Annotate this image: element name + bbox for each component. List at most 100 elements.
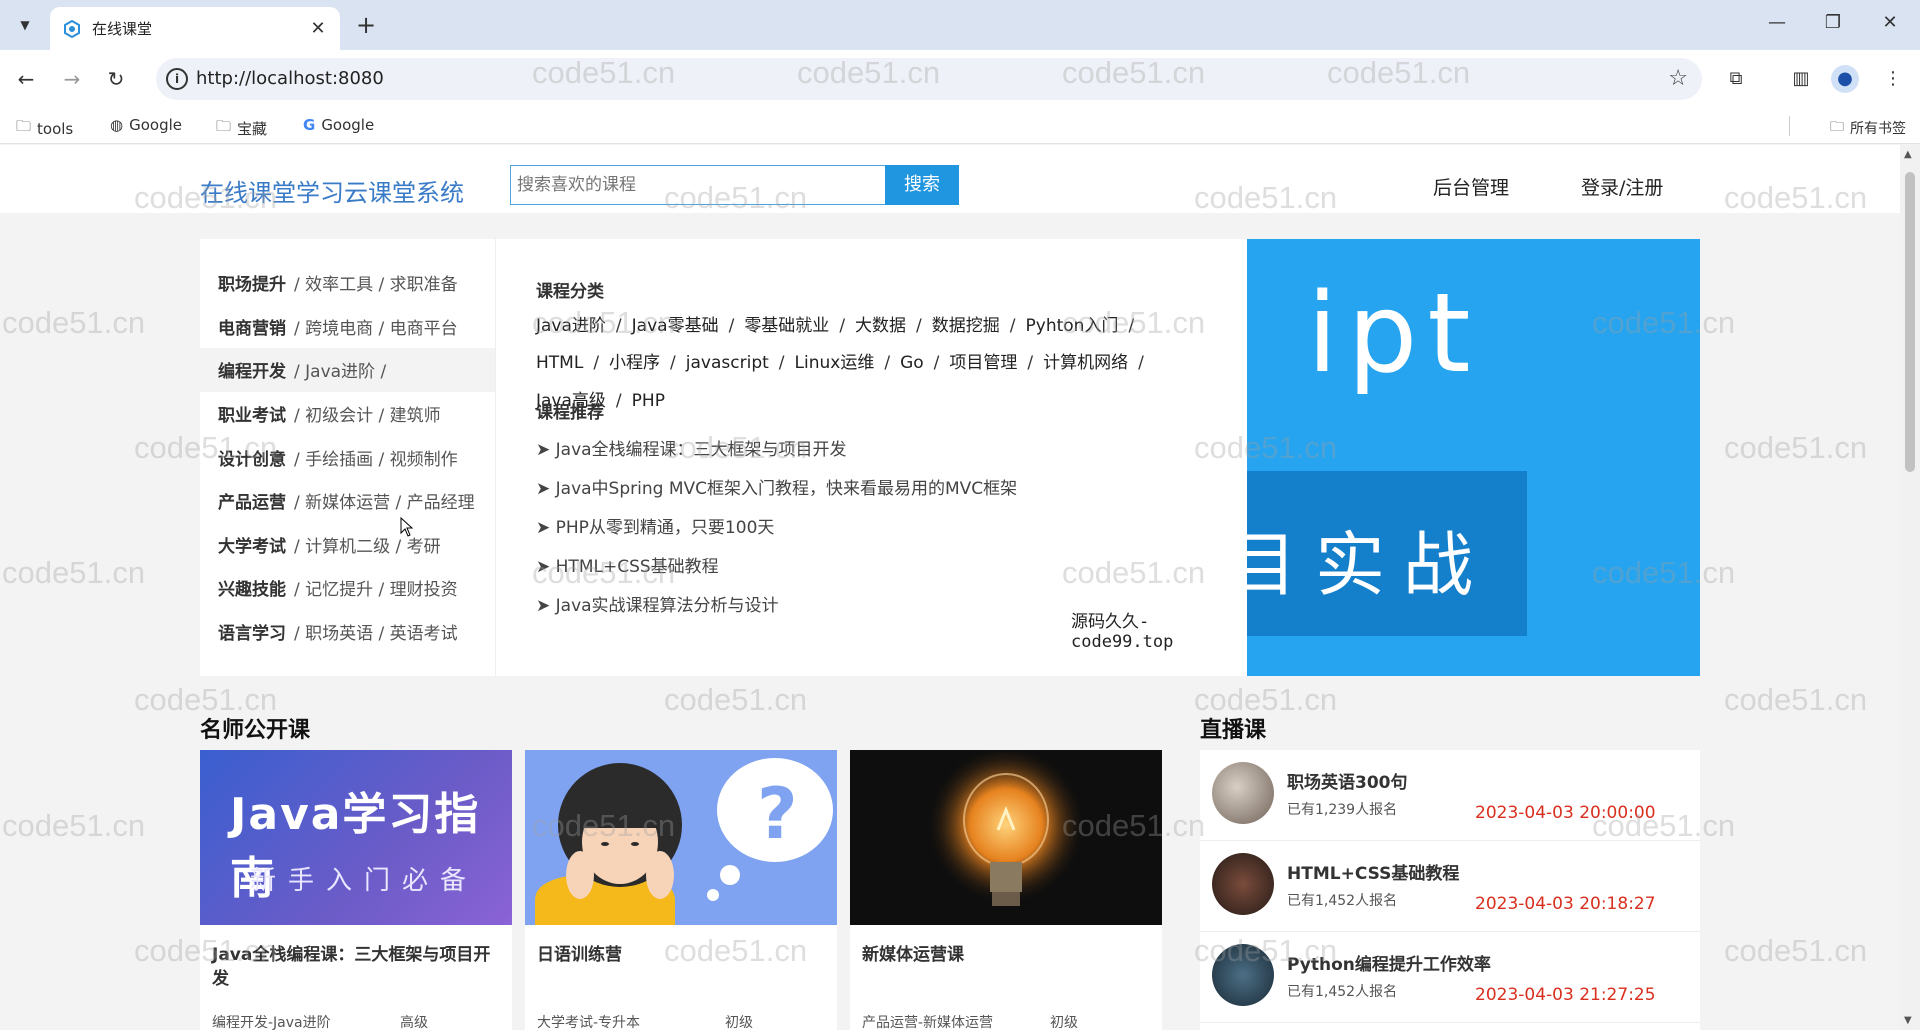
- scroll-down-icon[interactable]: ▼: [1904, 1015, 1912, 1026]
- course-category: 编程开发-Java进阶: [212, 1015, 331, 1030]
- tag-row-2: HTML / 小程序 / javascript / Linux运维 / Go / 项目管理 / 计算机网…: [536, 353, 1144, 373]
- banner-text-bottom: 目实战: [1247, 524, 1491, 606]
- recommend-link[interactable]: ➤ PHP从零到精通，只要100天: [536, 513, 774, 538]
- live-item[interactable]: HTML+CSS基础教程 已有1,452人报名 2023-04-03 20:18…: [1200, 841, 1700, 932]
- recommend-section-title: 课程推荐: [536, 403, 604, 423]
- category-name: 语言学习: [218, 624, 286, 645]
- side-panel-icon[interactable]: ▥: [1787, 65, 1815, 93]
- search-input[interactable]: [510, 165, 885, 205]
- bookmark-treasure[interactable]: 🗀 宝藏: [216, 116, 267, 141]
- live-signup-count: 已有1,452人报名: [1287, 893, 1398, 909]
- window-close-icon[interactable]: ✕: [1870, 12, 1910, 33]
- all-bookmarks-button[interactable]: 🗀 所有书签: [1830, 116, 1906, 140]
- new-tab-button[interactable]: +: [352, 11, 380, 39]
- tag-link[interactable]: HTML: [536, 353, 583, 373]
- category-item[interactable]: 设计创意 / 手绘插画 / 视频制作: [200, 435, 495, 479]
- live-item[interactable]: Python编程提升工作效率 已有1,452人报名 2023-04-03 21:…: [1200, 932, 1700, 1023]
- course-thumbnail: ?: [525, 750, 837, 925]
- profile-avatar-icon[interactable]: ●: [1831, 65, 1859, 93]
- category-item[interactable]: 职场提升 / 效率工具 / 求职准备: [200, 261, 495, 305]
- login-register-link[interactable]: 登录/注册: [1581, 173, 1663, 200]
- course-level: 初级: [1050, 1015, 1078, 1030]
- course-title[interactable]: 日语训练营: [537, 943, 829, 967]
- minimize-icon[interactable]: —: [1757, 12, 1797, 33]
- bookmarks-divider: [1789, 116, 1790, 136]
- course-thumbnail: [850, 750, 1162, 925]
- category-item[interactable]: 兴趣技能 / 记忆提升 / 理财投资: [200, 566, 495, 610]
- browser-toolbar: ← → ↻ i http://localhost:8080 ☆ ⧉ ▥ ● ⋮: [0, 50, 1920, 108]
- course-title[interactable]: Java全栈编程课：三大框架与项目开发: [212, 943, 504, 991]
- tag-link[interactable]: Go: [900, 353, 924, 373]
- hero-banner[interactable]: ipt 目实战: [1247, 239, 1700, 676]
- category-menu: 职场提升 / 效率工具 / 求职准备 电商营销 / 跨境电商 / 电商平台 编程开发…: [200, 239, 496, 676]
- scroll-up-icon[interactable]: ▲: [1904, 149, 1912, 160]
- recommend-link[interactable]: ➤ Java实战课程算法分析与设计: [536, 591, 779, 616]
- recommend-link[interactable]: ➤ Java中Spring MVC框架入门教程，快来看最易用的MVC框架: [536, 474, 1017, 499]
- category-item[interactable]: 产品运营 / 新媒体运营 / 产品经理: [200, 479, 495, 523]
- admin-link[interactable]: 后台管理: [1433, 173, 1509, 200]
- course-card[interactable]: 新媒体运营课 产品运营-新媒体运营 初级: [850, 750, 1162, 1030]
- more-menu-icon[interactable]: ⋮: [1879, 65, 1907, 93]
- extensions-icon[interactable]: ⧉: [1722, 65, 1750, 93]
- category-name: 兴趣技能: [218, 580, 286, 601]
- bookmark-google-1[interactable]: ◍ Google: [110, 116, 182, 134]
- tag-link[interactable]: 项目管理: [949, 353, 1017, 373]
- recommend-link[interactable]: ➤ Java全栈编程课：三大框架与项目开发: [536, 435, 847, 460]
- course-card[interactable]: ? 日语训练营 大学考试-专升本 初级: [525, 750, 837, 1030]
- category-item[interactable]: 大学考试 / 计算机二级 / 考研: [200, 523, 495, 567]
- tag-link[interactable]: Linux运维: [795, 353, 875, 373]
- bookmark-star-icon[interactable]: ☆: [1668, 66, 1688, 91]
- recommend-link[interactable]: ➤ HTML+CSS基础教程: [536, 552, 719, 577]
- course-card[interactable]: Java学习指南 新手入门必备 Java全栈编程课：三大框架与项目开发 编程开发…: [200, 750, 512, 1030]
- source-overlay-text: 源码久久-code99.top: [1071, 612, 1174, 652]
- back-arrow-icon[interactable]: ←: [10, 63, 42, 95]
- course-title[interactable]: 新媒体运营课: [862, 943, 1154, 967]
- category-item[interactable]: 职业考试 / 初级会计 / 建筑师: [200, 392, 495, 436]
- folder-icon: 🗀: [16, 117, 32, 135]
- site-info-icon[interactable]: i: [166, 68, 188, 90]
- live-item[interactable]: 职场英语300句 已有1,239人报名 2023-04-03 20:00:00: [1200, 750, 1700, 841]
- tag-link[interactable]: 零基础就业: [744, 316, 829, 336]
- category-item[interactable]: 电商营销 / 跨境电商 / 电商平台: [200, 305, 495, 349]
- live-title[interactable]: HTML+CSS基础教程: [1287, 859, 1459, 884]
- tag-link[interactable]: Java零基础: [632, 316, 719, 336]
- course-category: 大学考试-专升本: [537, 1015, 641, 1030]
- live-time: 2023-04-03 20:00:00: [1475, 803, 1656, 823]
- browser-tab[interactable]: 在线课堂 ✕: [50, 7, 340, 50]
- category-name: 职业考试: [218, 406, 286, 427]
- category-item-active[interactable]: 编程开发 / Java进阶 /: [200, 348, 495, 392]
- page-scrollbar[interactable]: ▲ ▼: [1900, 145, 1920, 1030]
- tab-close-icon[interactable]: ✕: [308, 18, 328, 39]
- restore-icon[interactable]: ❐: [1813, 12, 1853, 33]
- bookmarks-bar: 🗀 tools ◍ Google 🗀 宝藏 G Google 🗀 所有书签: [0, 108, 1920, 144]
- tag-link[interactable]: Pyhton入门: [1026, 316, 1119, 336]
- folder-icon: 🗀: [216, 117, 232, 135]
- browser-tab-bar: ▼ 在线课堂 ✕ + — ❐ ✕: [0, 0, 1920, 50]
- bookmark-google-2[interactable]: G Google: [303, 116, 374, 134]
- tab-search-button[interactable]: ▼: [10, 11, 40, 39]
- tag-link[interactable]: 数据挖掘: [932, 316, 1000, 336]
- course-thumbnail: Java学习指南 新手入门必备: [200, 750, 512, 925]
- hero-panel: 职场提升 / 效率工具 / 求职准备 电商营销 / 跨境电商 / 电商平台 编程开发…: [200, 239, 1700, 676]
- site-logo[interactable]: 在线课堂学习云课堂系统: [200, 173, 464, 208]
- search-button[interactable]: 搜索: [885, 165, 959, 205]
- tag-link[interactable]: 计算机网络: [1043, 353, 1128, 373]
- tag-link[interactable]: 小程序: [609, 353, 660, 373]
- tag-link[interactable]: javascript: [686, 353, 769, 373]
- url-text[interactable]: http://localhost:8080: [196, 68, 384, 89]
- live-title[interactable]: 职场英语300句: [1287, 768, 1408, 793]
- globe-icon: ◍: [110, 116, 124, 134]
- address-bar[interactable]: i http://localhost:8080 ☆: [156, 58, 1702, 100]
- reload-icon[interactable]: ↻: [100, 63, 132, 95]
- tag-link[interactable]: PHP: [632, 391, 665, 411]
- bookmark-tools[interactable]: 🗀 tools: [16, 116, 73, 141]
- tag-link[interactable]: 大数据: [855, 316, 906, 336]
- course-category: 产品运营-新媒体运营: [862, 1015, 994, 1030]
- forward-arrow-icon[interactable]: →: [56, 63, 88, 95]
- tag-link[interactable]: Java进阶: [536, 316, 606, 336]
- bookmark-label: tools: [37, 119, 74, 138]
- category-item[interactable]: 语言学习 / 职场英语 / 英语考试: [200, 610, 495, 654]
- live-title[interactable]: Python编程提升工作效率: [1287, 950, 1491, 975]
- scrollbar-thumb[interactable]: [1905, 172, 1915, 472]
- category-name: 电商营销: [218, 318, 286, 339]
